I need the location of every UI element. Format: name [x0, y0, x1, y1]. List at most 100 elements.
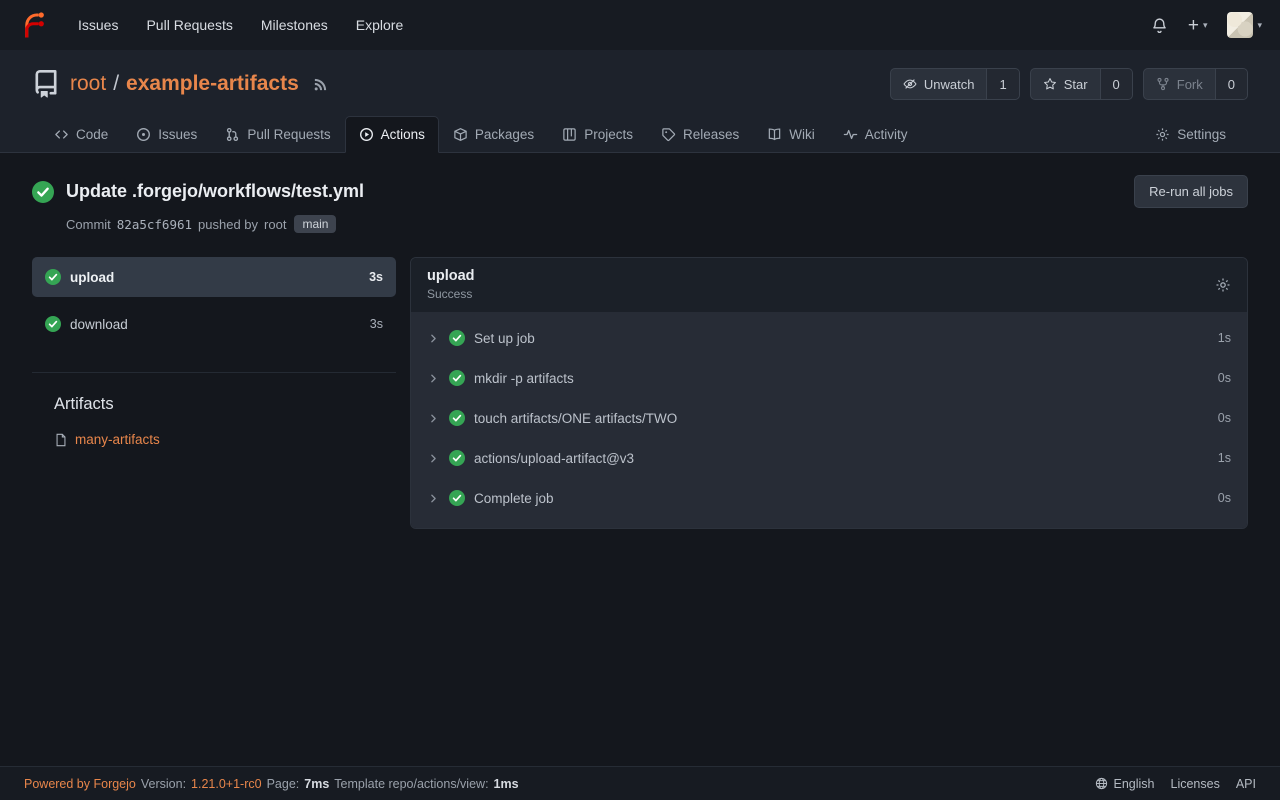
- gear-icon: [1215, 277, 1231, 293]
- nav-explore[interactable]: Explore: [356, 17, 403, 33]
- job-detail-name: upload: [427, 268, 475, 284]
- jobs-sidebar: upload 3s download 3s Artifacts: [32, 257, 396, 447]
- step-row-touch[interactable]: touch artifacts/ONE artifacts/TWO 0s: [411, 398, 1247, 438]
- job-item-download[interactable]: download 3s: [32, 304, 396, 344]
- star-button[interactable]: Star 0: [1030, 68, 1133, 100]
- tab-settings[interactable]: Settings: [1141, 116, 1240, 152]
- nav-pull-requests[interactable]: Pull Requests: [146, 17, 232, 33]
- rss-icon: [313, 77, 328, 92]
- repo-owner-link[interactable]: root: [70, 72, 106, 96]
- gear-icon: [1155, 127, 1170, 142]
- chevron-down-icon: ▾: [1203, 20, 1208, 31]
- version-label: Version:: [141, 777, 186, 791]
- tab-wiki[interactable]: Wiki: [753, 116, 829, 152]
- step-duration: 0s: [1218, 411, 1231, 425]
- book-icon: [767, 127, 782, 142]
- nav-milestones[interactable]: Milestones: [261, 17, 328, 33]
- pull-request-icon: [225, 127, 240, 142]
- watchers-count[interactable]: 1: [986, 69, 1018, 99]
- tab-label: Projects: [584, 127, 633, 142]
- step-duration: 1s: [1218, 331, 1231, 345]
- stars-count[interactable]: 0: [1100, 69, 1132, 99]
- top-navbar: Issues Pull Requests Milestones Explore …: [0, 0, 1280, 50]
- artifacts-section: Artifacts many-artifacts: [32, 372, 396, 447]
- api-link[interactable]: API: [1236, 777, 1256, 791]
- plus-icon: +: [1188, 16, 1199, 35]
- forgejo-logo[interactable]: [18, 10, 48, 40]
- repo-title: root / example-artifacts: [70, 72, 299, 96]
- language-selector[interactable]: English: [1095, 777, 1155, 791]
- rss-feed-button[interactable]: [313, 77, 328, 92]
- eye-slash-icon: [903, 77, 917, 91]
- notifications-button[interactable]: [1151, 17, 1168, 34]
- commit-label: Commit: [66, 217, 111, 232]
- page-time-label: Page:: [267, 777, 300, 791]
- fork-label: Fork: [1177, 77, 1203, 92]
- footer-left: Powered by Forgejo Version: 1.21.0+1-rc0…: [24, 777, 519, 791]
- user-menu[interactable]: ▾: [1227, 12, 1262, 38]
- repo-name-link[interactable]: example-artifacts: [126, 72, 299, 96]
- tab-actions[interactable]: Actions: [345, 116, 439, 153]
- tab-releases[interactable]: Releases: [647, 116, 753, 152]
- navbar-right: + ▾ ▾: [1151, 12, 1262, 38]
- job-detail-titles: upload Success: [427, 268, 475, 301]
- job-detail-header: upload Success: [411, 258, 1247, 312]
- step-name: Complete job: [474, 491, 554, 506]
- unwatch-label-segment[interactable]: Unwatch: [891, 69, 987, 99]
- tag-icon: [661, 127, 676, 142]
- file-icon: [54, 433, 68, 447]
- success-check-icon: [449, 450, 465, 466]
- repo-icon: [32, 70, 60, 98]
- run-columns: upload 3s download 3s Artifacts: [32, 257, 1248, 529]
- job-options-button[interactable]: [1215, 277, 1231, 293]
- chevron-right-icon: [427, 492, 440, 505]
- tab-code[interactable]: Code: [40, 116, 122, 152]
- fork-button[interactable]: Fork 0: [1143, 68, 1248, 100]
- fork-label-segment[interactable]: Fork: [1144, 69, 1215, 99]
- tab-activity[interactable]: Activity: [829, 116, 922, 152]
- play-circle-icon: [359, 127, 374, 142]
- licenses-link[interactable]: Licenses: [1171, 777, 1220, 791]
- tab-packages[interactable]: Packages: [439, 116, 548, 152]
- success-check-icon: [449, 410, 465, 426]
- nav-issues[interactable]: Issues: [78, 17, 118, 33]
- step-row-setup-job[interactable]: Set up job 1s: [411, 318, 1247, 358]
- step-duration: 0s: [1218, 371, 1231, 385]
- success-check-icon: [45, 269, 61, 285]
- step-row-upload-artifact[interactable]: actions/upload-artifact@v3 1s: [411, 438, 1247, 478]
- tab-label: Issues: [158, 127, 197, 142]
- run-title-wrap: Update .forgejo/workflows/test.yml: [32, 181, 364, 203]
- job-detail-panel: upload Success Set up: [410, 257, 1248, 529]
- create-new-menu[interactable]: + ▾: [1188, 16, 1208, 35]
- bell-icon: [1151, 17, 1168, 34]
- tab-projects[interactable]: Projects: [548, 116, 647, 152]
- job-name: download: [70, 317, 128, 332]
- star-icon: [1043, 77, 1057, 91]
- forks-count[interactable]: 0: [1215, 69, 1247, 99]
- tab-pull-requests[interactable]: Pull Requests: [211, 116, 344, 152]
- artifact-download-link[interactable]: many-artifacts: [75, 432, 160, 447]
- branch-badge[interactable]: main: [294, 215, 336, 233]
- tab-label: Code: [76, 127, 108, 142]
- fork-icon: [1156, 77, 1170, 91]
- step-name: mkdir -p artifacts: [474, 371, 574, 386]
- tab-issues[interactable]: Issues: [122, 116, 211, 152]
- commit-author-link[interactable]: root: [264, 217, 286, 232]
- issue-circle-icon: [136, 127, 151, 142]
- powered-by-link[interactable]: Powered by Forgejo: [24, 777, 136, 791]
- tab-label: Releases: [683, 127, 739, 142]
- job-status-text: Success: [427, 287, 475, 301]
- unwatch-button[interactable]: Unwatch 1: [890, 68, 1020, 100]
- step-row-mkdir[interactable]: mkdir -p artifacts 0s: [411, 358, 1247, 398]
- job-item-upload[interactable]: upload 3s: [32, 257, 396, 297]
- version-link[interactable]: 1.21.0+1-rc0: [191, 777, 262, 791]
- pulse-icon: [843, 127, 858, 142]
- job-name: upload: [70, 270, 114, 285]
- step-row-complete-job[interactable]: Complete job 0s: [411, 478, 1247, 518]
- job-duration: 3s: [370, 317, 383, 331]
- star-label-segment[interactable]: Star: [1031, 69, 1100, 99]
- repo-separator: /: [113, 72, 119, 96]
- rerun-all-jobs-button[interactable]: Re-run all jobs: [1134, 175, 1248, 208]
- repo-action-buttons: Unwatch 1 Star 0: [890, 68, 1248, 100]
- commit-sha-link[interactable]: 82a5cf6961: [117, 217, 192, 232]
